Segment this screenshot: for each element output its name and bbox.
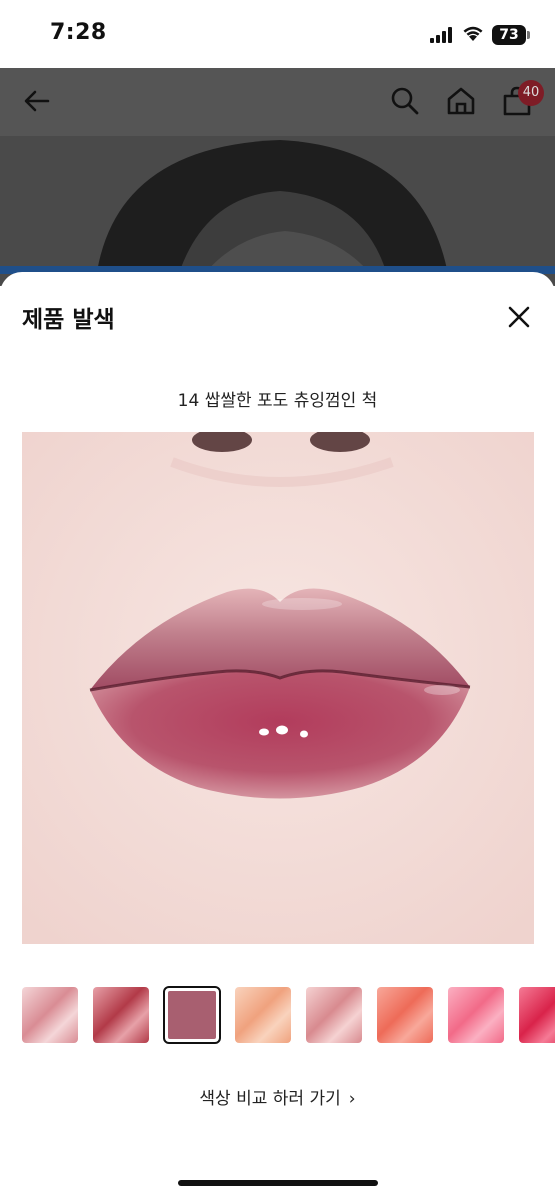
shade-swatch-color xyxy=(377,987,433,1043)
signal-icon xyxy=(430,27,454,43)
shade-swatch-color xyxy=(168,991,216,1039)
background-product-photo xyxy=(0,136,555,286)
shade-swatch[interactable] xyxy=(22,987,78,1043)
shade-swatch[interactable] xyxy=(163,986,221,1044)
lip-swatch-image xyxy=(22,432,534,944)
shade-swatch-color xyxy=(93,987,149,1043)
wifi-icon xyxy=(463,26,483,41)
shade-swatch-color xyxy=(306,987,362,1043)
battery-icon: 73 xyxy=(492,25,526,45)
status-bar: 7:28 73 xyxy=(0,0,555,68)
cart-count-badge: 40 xyxy=(518,80,544,106)
shade-swatch[interactable] xyxy=(93,987,149,1043)
compare-colors-label: 색상 비교 하러 가기 xyxy=(199,1089,341,1109)
shade-swatch-color xyxy=(519,987,555,1043)
shade-swatch[interactable] xyxy=(377,987,433,1043)
home-icon[interactable] xyxy=(444,84,478,118)
product-color-sheet: 제품 발색 14 쌉쌀한 포도 츄잉껌인 척 색상 비교 하러 가기 › xyxy=(0,272,555,1200)
shade-swatch[interactable] xyxy=(448,987,504,1043)
sheet-title: 제품 발색 xyxy=(22,307,115,333)
status-time: 7:28 xyxy=(50,20,107,45)
shade-swatch[interactable] xyxy=(306,987,362,1043)
shade-swatch[interactable] xyxy=(235,987,291,1043)
battery-level: 73 xyxy=(499,27,519,43)
app-header xyxy=(0,68,555,136)
shade-swatch[interactable] xyxy=(519,987,555,1043)
shade-swatch-color xyxy=(235,987,291,1043)
chevron-right-icon: › xyxy=(348,1089,356,1109)
home-indicator xyxy=(178,1180,378,1186)
shade-swatch-color xyxy=(22,987,78,1043)
battery-tip xyxy=(527,31,530,39)
search-icon[interactable] xyxy=(388,84,422,118)
close-icon[interactable] xyxy=(504,302,534,332)
shade-swatch-row xyxy=(22,986,555,1044)
arrow-left-icon[interactable] xyxy=(20,84,54,118)
compare-colors-link[interactable]: 색상 비교 하러 가기 › xyxy=(0,1084,555,1109)
product-shade-name: 14 쌉쌀한 포도 츄잉껌인 척 xyxy=(177,391,378,411)
shade-swatch-color xyxy=(448,987,504,1043)
